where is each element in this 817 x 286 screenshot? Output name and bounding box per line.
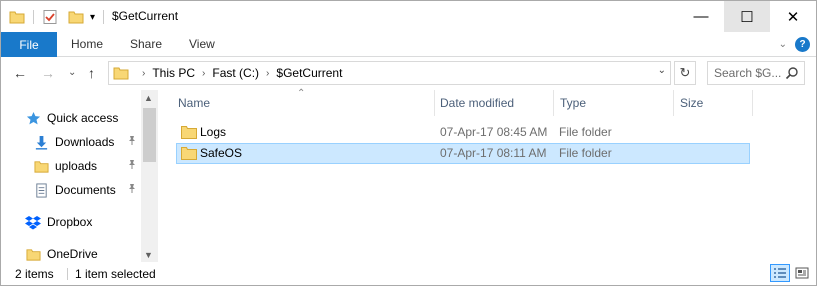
minimize-button[interactable]: —: [678, 1, 724, 32]
recent-locations-button[interactable]: ⌄: [68, 67, 76, 78]
breadcrumb-separator[interactable]: ›: [202, 68, 205, 79]
scroll-up-arrow-icon[interactable]: ▲: [144, 93, 153, 103]
sort-indicator-icon: ⌃: [297, 88, 306, 99]
column-header-name[interactable]: Name: [178, 96, 210, 110]
divider: [33, 10, 34, 24]
sidebar-item-label: Downloads: [55, 135, 115, 149]
pin-icon[interactable]: [127, 183, 137, 196]
file-type: File folder: [559, 125, 612, 139]
close-button[interactable]: ✕: [770, 1, 816, 32]
properties-icon[interactable]: [42, 9, 58, 25]
explorer-window: ▾ $GetCurrent — ☐ ✕ File Home Share View…: [0, 0, 817, 286]
navigation-bar: ← → ⌄ ↑ › This PC › Fast (C:) › $GetCurr…: [1, 57, 816, 90]
status-bar: 2 items 1 item selected: [1, 262, 816, 285]
documents-icon: [33, 182, 49, 198]
column-divider[interactable]: [752, 90, 753, 116]
refresh-button[interactable]: ↻: [674, 61, 696, 85]
ribbon-controls: ⌄ ?: [779, 37, 810, 52]
help-button[interactable]: ?: [795, 37, 810, 52]
details-view-button[interactable]: [770, 264, 790, 282]
window-title: $GetCurrent: [112, 9, 179, 23]
dropbox-icon: [25, 214, 41, 230]
large-icons-view-icon: [795, 267, 809, 279]
pin-icon[interactable]: [127, 159, 137, 172]
file-list: ⌃ Name Date modified Type Size Logs 07-A…: [159, 88, 816, 262]
address-dropdown-button[interactable]: ⌄: [658, 65, 666, 76]
new-folder-icon[interactable]: [68, 9, 84, 25]
tab-share[interactable]: Share: [130, 37, 162, 51]
breadcrumb-separator[interactable]: ›: [142, 68, 145, 79]
scroll-down-arrow-icon[interactable]: ▼: [144, 250, 153, 260]
folder-icon: [181, 126, 197, 139]
breadcrumb-drive[interactable]: Fast (C:): [212, 66, 259, 80]
ribbon-tabs: File Home Share View ⌄ ?: [1, 32, 816, 57]
breadcrumb-current-folder[interactable]: $GetCurrent: [276, 66, 342, 80]
file-type: File folder: [559, 146, 612, 160]
search-placeholder: Search $G...: [714, 66, 782, 80]
forward-button[interactable]: →: [41, 65, 55, 81]
folder-icon: [33, 158, 49, 174]
table-row[interactable]: Logs 07-Apr-17 08:45 AM File folder: [176, 122, 750, 143]
pin-icon[interactable]: [127, 135, 137, 148]
file-name: SafeOS: [200, 146, 243, 160]
table-row-selected[interactable]: SafeOS 07-Apr-17 08:11 AM File folder: [176, 143, 750, 164]
breadcrumb-this-pc[interactable]: This PC: [152, 66, 195, 80]
selection-count: 1 item selected: [75, 267, 156, 281]
column-divider[interactable]: [434, 90, 435, 116]
navigation-pane: Quick access Downloads uploads Documents…: [1, 90, 159, 262]
divider: [67, 268, 68, 280]
file-name: Logs: [200, 125, 227, 139]
folder-icon: [181, 147, 197, 160]
star-icon: [25, 110, 41, 126]
download-icon: [33, 134, 49, 150]
column-header-size[interactable]: Size: [680, 96, 703, 110]
tab-file[interactable]: File: [1, 32, 57, 57]
sidebar-item-label: Documents: [55, 183, 116, 197]
column-header-type[interactable]: Type: [560, 96, 586, 110]
file-date: 07-Apr-17 08:45 AM: [440, 125, 548, 139]
back-button[interactable]: ←: [13, 65, 27, 81]
navigation-pane-scrollbar[interactable]: ▲ ▼: [141, 90, 158, 262]
sidebar-item-label: Dropbox: [47, 215, 93, 229]
scrollbar-thumb[interactable]: [143, 108, 156, 162]
title-bar: ▾ $GetCurrent — ☐ ✕: [1, 1, 816, 32]
large-icons-view-button[interactable]: [792, 264, 812, 282]
folder-icon: [25, 246, 41, 262]
search-icon[interactable]: [785, 66, 799, 80]
item-count: 2 items: [15, 267, 54, 281]
sidebar-item-label: OneDrive: [47, 247, 98, 261]
search-input[interactable]: Search $G...: [707, 61, 805, 85]
folder-icon: [113, 67, 129, 80]
column-divider[interactable]: [673, 90, 674, 116]
tab-home[interactable]: Home: [71, 37, 103, 51]
breadcrumb-separator[interactable]: ›: [266, 68, 269, 79]
quick-access-toolbar: ▾: [9, 8, 105, 26]
file-date: 07-Apr-17 08:11 AM: [440, 146, 547, 160]
column-divider[interactable]: [553, 90, 554, 116]
expand-ribbon-button[interactable]: ⌄: [779, 39, 787, 50]
up-button[interactable]: ↑: [88, 65, 95, 81]
sidebar-item-label: Quick access: [47, 111, 119, 125]
details-view-icon: [774, 268, 786, 278]
divider: [103, 10, 105, 24]
folder-icon[interactable]: [9, 9, 25, 25]
address-bar[interactable]: › This PC › Fast (C:) › $GetCurrent ⌄: [108, 61, 671, 85]
customize-toolbar-dropdown[interactable]: ▾: [90, 12, 95, 23]
column-header-date-modified[interactable]: Date modified: [440, 96, 514, 110]
maximize-button[interactable]: ☐: [724, 1, 770, 32]
tab-view[interactable]: View: [189, 37, 215, 51]
sidebar-item-label: uploads: [55, 159, 98, 173]
